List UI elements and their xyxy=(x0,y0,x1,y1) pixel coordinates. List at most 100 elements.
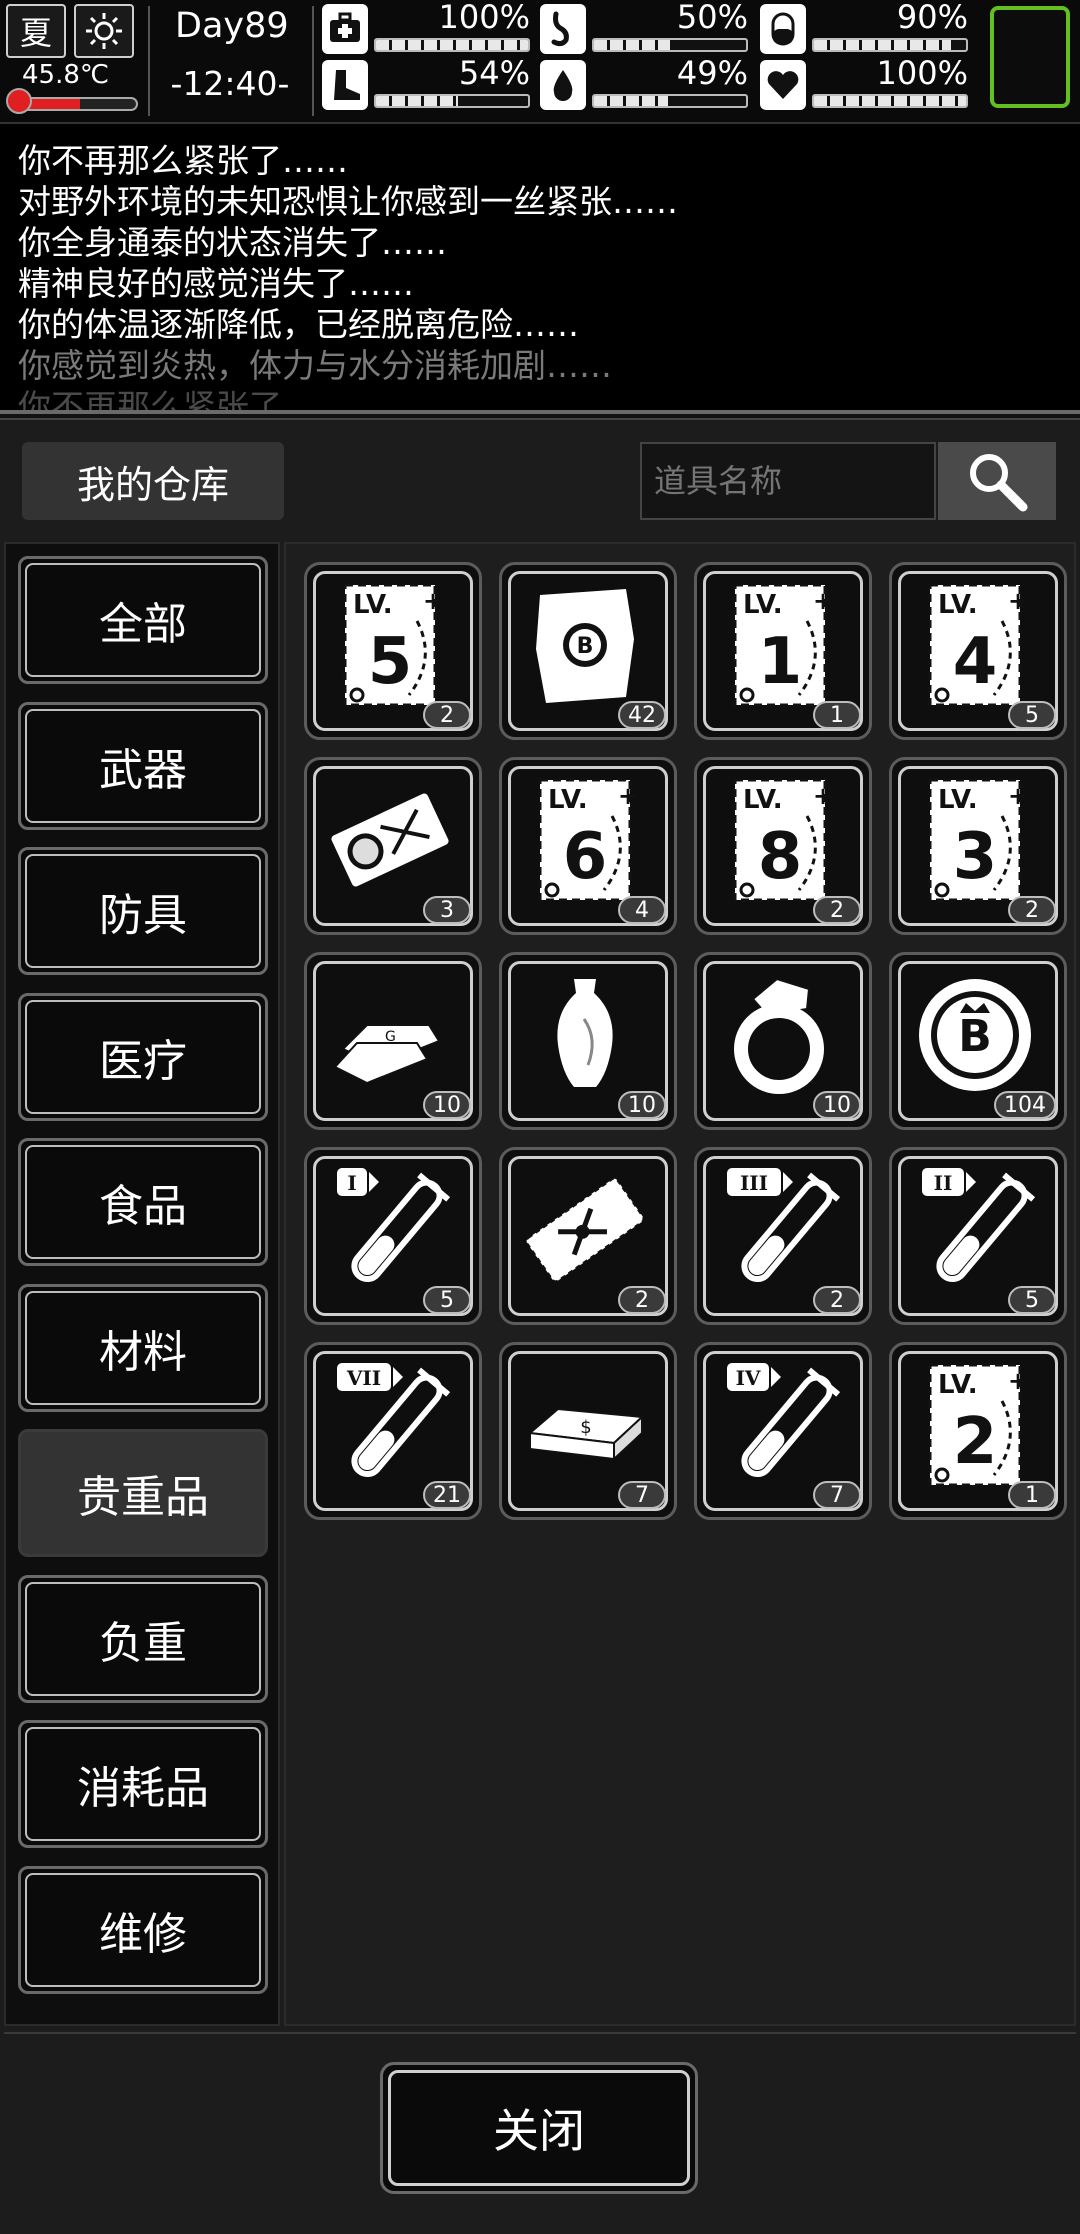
status-bar: 夏 45.8℃ Day89 -12:40- 100% 50% 90% 54% 49% 10… xyxy=(0,0,1080,124)
svg-text:+: + xyxy=(1008,587,1028,615)
boot-icon xyxy=(322,60,368,110)
stat-bar xyxy=(812,94,968,108)
svg-text:III: III xyxy=(740,1171,768,1195)
item-count: 7 xyxy=(618,1481,666,1509)
portrait-ticket-icon xyxy=(331,793,449,887)
category-tab[interactable]: 食品 xyxy=(18,1138,268,1266)
item-slot[interactable]: 2 xyxy=(499,1147,677,1325)
category-label: 武器 xyxy=(25,708,261,823)
svg-text:3: 3 xyxy=(953,820,998,894)
skill-book-lv6-icon: LV. +6 xyxy=(538,778,638,902)
category-tab[interactable]: 防具 xyxy=(18,847,268,975)
category-tab[interactable]: 贵重品 xyxy=(18,1429,268,1557)
search-field[interactable] xyxy=(640,442,936,520)
item-slot[interactable]: LV. +5 2 xyxy=(304,562,482,740)
svg-text:LV.: LV. xyxy=(938,1370,978,1400)
stat-bar xyxy=(592,94,748,108)
item-slot[interactable]: VII 21 xyxy=(304,1342,482,1520)
item-slot[interactable]: LV. +1 1 xyxy=(694,562,872,740)
item-slot[interactable]: 3 xyxy=(304,757,482,935)
stat-bar xyxy=(374,38,530,52)
equipped-slot[interactable] xyxy=(990,6,1070,108)
stat-bar xyxy=(592,38,748,52)
category-label: 负重 xyxy=(25,1581,261,1696)
item-count: 3 xyxy=(423,896,471,924)
temperature-readout: 45.8℃ xyxy=(22,60,110,90)
category-label: 维修 xyxy=(25,1872,261,1987)
water-drop-icon xyxy=(540,60,586,110)
category-tab[interactable]: 材料 xyxy=(18,1283,268,1412)
test-tube-iv-icon: IV xyxy=(727,1363,841,1478)
skill-book-lv3-icon: LV. +3 xyxy=(928,778,1028,902)
svg-text:+: + xyxy=(813,782,833,810)
item-count: 42 xyxy=(618,701,666,729)
item-slot[interactable]: III 2 xyxy=(694,1147,872,1325)
svg-text:+: + xyxy=(423,587,443,615)
item-slot[interactable]: IV 7 xyxy=(694,1342,872,1520)
category-tab[interactable]: 维修 xyxy=(18,1865,268,1994)
item-slot[interactable]: 10 xyxy=(694,952,872,1130)
category-label: 食品 xyxy=(25,1145,261,1259)
category-label: 全部 xyxy=(25,563,261,677)
search-input[interactable] xyxy=(642,444,934,518)
item-count: 21 xyxy=(423,1481,471,1509)
search-button[interactable] xyxy=(938,442,1056,520)
item-count: 104 xyxy=(994,1091,1056,1119)
category-label: 材料 xyxy=(25,1290,261,1405)
treasure-map-icon: B xyxy=(536,589,634,703)
svg-text:6: 6 xyxy=(563,820,608,894)
item-count: 5 xyxy=(1008,701,1056,729)
item-slot[interactable]: 10 xyxy=(499,952,677,1130)
search-icon xyxy=(970,454,1028,512)
category-label: 消耗品 xyxy=(25,1727,261,1841)
item-count: 10 xyxy=(618,1091,666,1119)
item-slot[interactable]: $7 xyxy=(499,1342,677,1520)
svg-text:LV.: LV. xyxy=(548,785,588,815)
category-tab[interactable]: 武器 xyxy=(18,701,268,830)
stat-value: 90% xyxy=(896,0,968,36)
item-slot[interactable]: LV. +2 1 xyxy=(889,1342,1067,1520)
skill-book-lv1-icon: LV. +1 xyxy=(733,583,833,707)
svg-text:+: + xyxy=(618,782,638,810)
event-log: 你不再那么紧张了…… 对野外环境的未知恐惧让你感到一丝紧张…… 你全身通泰的状态消失… xyxy=(0,124,1080,414)
pill-icon xyxy=(760,4,806,54)
skill-book-lv2-icon: LV. +2 xyxy=(928,1363,1028,1487)
item-slot[interactable]: B 42 xyxy=(499,562,677,740)
stat-hunger: 50% xyxy=(540,0,754,56)
item-slot[interactable]: I5 xyxy=(304,1147,482,1325)
svg-text:IV: IV xyxy=(736,1366,761,1390)
item-slot[interactable]: LV. +6 4 xyxy=(499,757,677,935)
category-tab[interactable]: 医疗 xyxy=(18,992,268,1121)
svg-text:LV.: LV. xyxy=(938,590,978,620)
item-slot[interactable]: B 104 xyxy=(889,952,1067,1130)
svg-text:+: + xyxy=(1008,782,1028,810)
category-tab[interactable]: 全部 xyxy=(18,556,268,684)
item-count: 5 xyxy=(1008,1286,1056,1314)
item-grid: LV. +5 2 B 42 LV. +1 1 LV. +4 5 3 LV. +6 4 LV. +8 2 LV. +3 2… xyxy=(284,542,1076,2026)
svg-text:2: 2 xyxy=(953,1405,998,1479)
item-slot[interactable]: II 5 xyxy=(889,1147,1067,1325)
category-tab[interactable]: 负重 xyxy=(18,1574,268,1703)
day-counter: Day89 xyxy=(175,6,289,46)
close-button[interactable]: 关闭 xyxy=(380,2062,698,2194)
item-count: 4 xyxy=(618,896,666,924)
skill-book-lv5-icon: LV. +5 xyxy=(343,583,443,707)
category-label: 贵重品 xyxy=(25,1436,261,1550)
svg-text:LV.: LV. xyxy=(938,785,978,815)
stat-value: 49% xyxy=(676,54,748,92)
clock-time: -12:40- xyxy=(170,64,290,103)
item-slot[interactable]: LV. +8 2 xyxy=(694,757,872,935)
item-slot[interactable]: LV. +3 2 xyxy=(889,757,1067,935)
test-tube-iii-icon: III xyxy=(727,1168,841,1283)
category-tab[interactable]: 消耗品 xyxy=(18,1720,268,1848)
stat-mood: 90% xyxy=(760,0,974,56)
item-slot[interactable]: G 10 xyxy=(304,952,482,1130)
item-slot[interactable]: LV. +4 5 xyxy=(889,562,1067,740)
svg-text:II: II xyxy=(934,1171,953,1195)
log-line: 你不再那么紧张了…… xyxy=(18,387,348,414)
svg-text:B: B xyxy=(577,634,594,659)
svg-text:G: G xyxy=(385,1029,396,1045)
heart-icon xyxy=(760,60,806,110)
item-count: 7 xyxy=(813,1481,861,1509)
item-count: 10 xyxy=(813,1091,861,1119)
